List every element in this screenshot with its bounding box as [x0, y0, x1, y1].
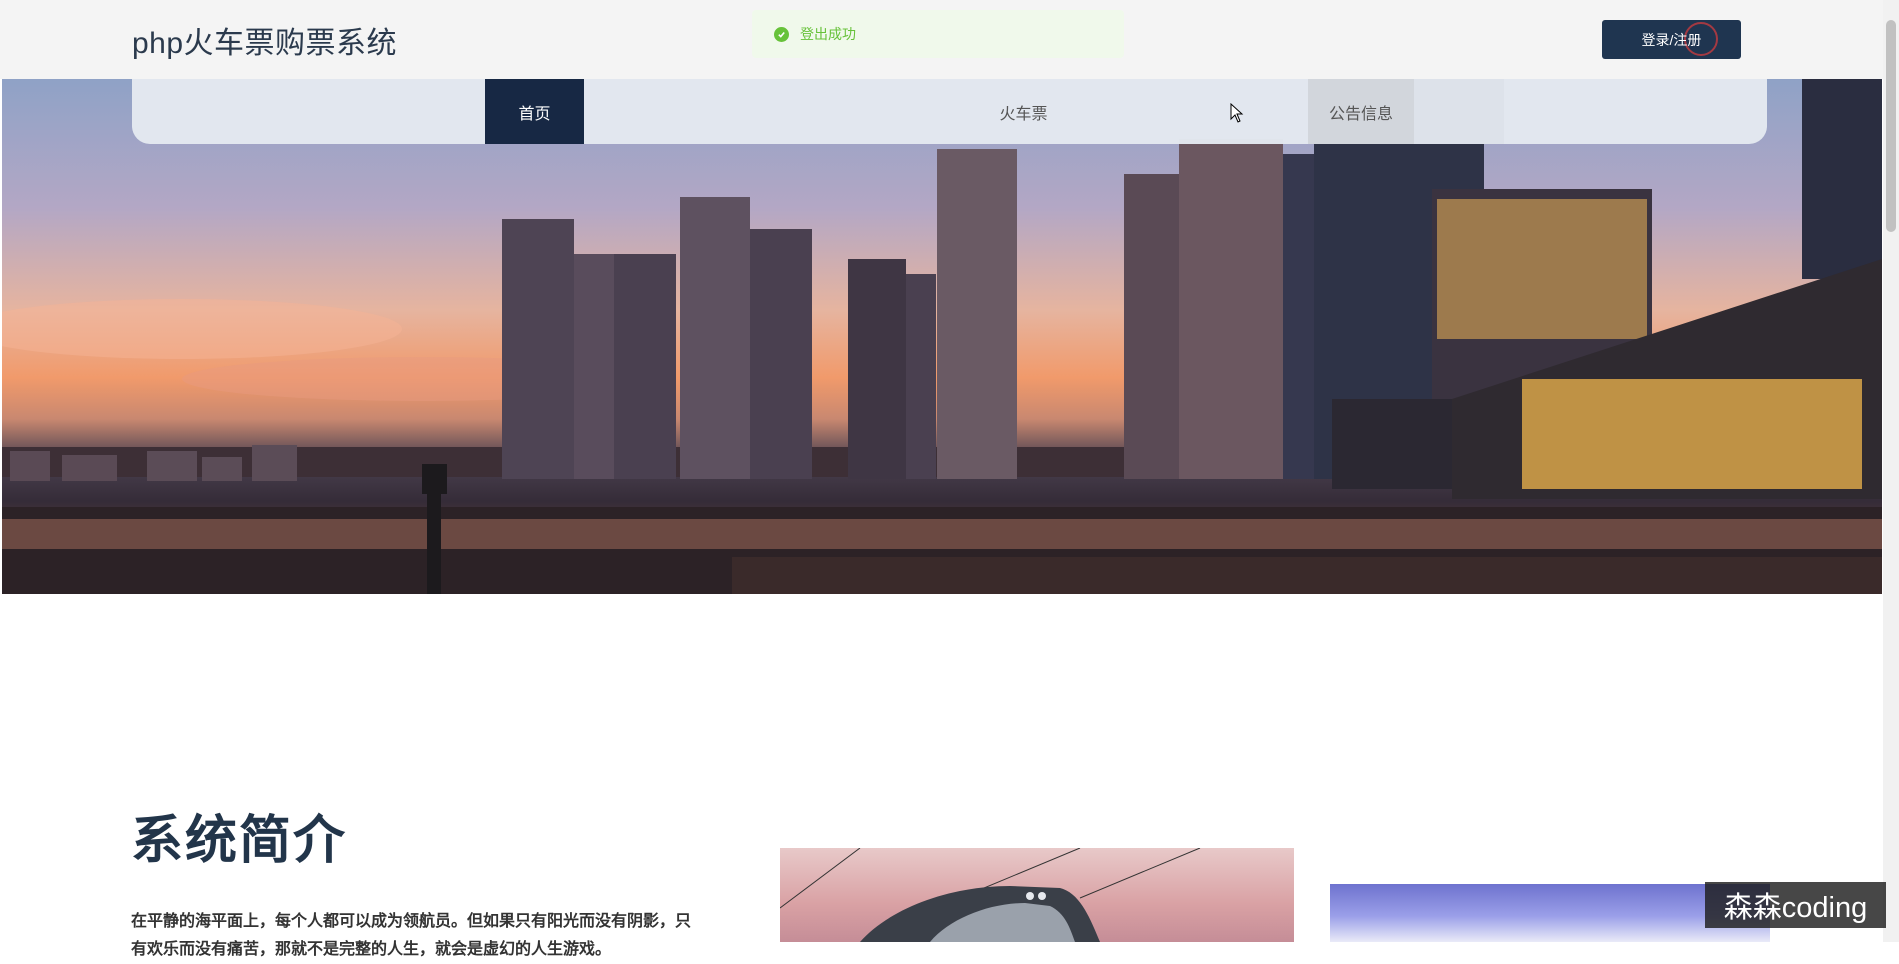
- main-nav: 首页 火车票 公告信息: [132, 79, 1767, 144]
- nav-home[interactable]: 首页: [485, 79, 584, 144]
- hero-banner-image: [2, 79, 1882, 594]
- watermark-label: 森森coding: [1705, 882, 1886, 928]
- nav-announcements[interactable]: 公告信息: [1308, 79, 1414, 144]
- vertical-scrollbar[interactable]: [1883, 0, 1899, 942]
- train-illustration: [780, 848, 1201, 942]
- mouse-pointer-icon: [1230, 103, 1244, 123]
- nav-spacer: [1414, 79, 1504, 144]
- intro-text: 在平静的海平面上，每个人都可以成为领航员。但如果只有阳光而没有阴影，只有欢乐而没…: [131, 913, 692, 958]
- intro-title: 系统简介: [131, 812, 348, 870]
- login-register-button[interactable]: 登录/注册: [1602, 20, 1741, 59]
- purple-promo-image: [1330, 884, 1770, 942]
- site-brand[interactable]: php火车票购票系统: [132, 18, 397, 62]
- logout-success-toast: 登出成功: [752, 10, 1124, 58]
- city-skyline-illustration: [2, 79, 1882, 594]
- toast-message: 登出成功: [800, 26, 856, 42]
- login-register-label: 登录/注册: [1641, 31, 1702, 48]
- train-photo: [780, 848, 1294, 942]
- top-header: php火车票购票系统 登出成功 登录/注册: [0, 0, 1883, 79]
- nav-train-ticket[interactable]: 火车票: [974, 79, 1073, 144]
- check-circle-icon: [774, 26, 789, 42]
- scrollbar-thumb[interactable]: [1886, 20, 1896, 232]
